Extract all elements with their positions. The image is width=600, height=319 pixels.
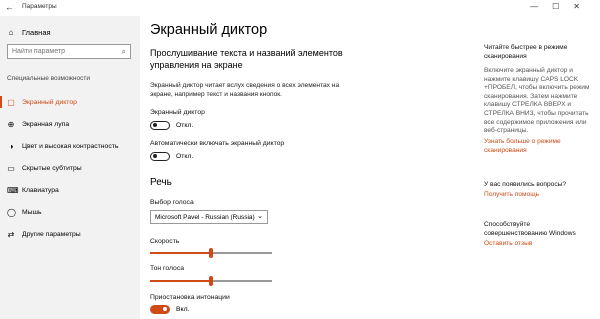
- contrast-icon: ◑: [8, 141, 14, 151]
- back-arrow-icon[interactable]: ←: [5, 2, 14, 12]
- question-heading: У вас появились вопросы?: [484, 181, 567, 188]
- tip-text: Включите экранный диктор и нажмите клави…: [484, 67, 590, 135]
- description: Экранный диктор читает вслух сведения о …: [150, 82, 340, 98]
- autostart-toggle-state: Откл.: [176, 153, 194, 160]
- pitch-slider[interactable]: [150, 276, 272, 286]
- sidebar-item-label: Другие параметры: [22, 230, 81, 238]
- sidebar-item-label: Экранная лупа: [22, 120, 70, 128]
- sidebar-item-label: Клавиатура: [22, 186, 59, 194]
- sidebar-item-label: Скрытые субтитры: [22, 164, 82, 172]
- page-title: Экранный диктор: [150, 22, 268, 38]
- sidebar-item-narrator[interactable]: ▢ Экранный диктор: [0, 91, 140, 113]
- window-controls: —☐✕: [530, 2, 594, 11]
- voice-select-value: Microsoft Pavel - Russian (Russia): [155, 214, 255, 221]
- sidebar-nav: ▢ Экранный диктор ⊕ Экранная лупа ◑ Цвет…: [0, 91, 140, 245]
- section-subheading: Прослушивание текста и названий элементо…: [150, 48, 343, 70]
- sidebar-item-magnifier[interactable]: ⊕ Экранная лупа: [0, 113, 140, 135]
- sidebar-item-other[interactable]: ⇄ Другие параметры: [0, 223, 140, 245]
- minimize-button[interactable]: —: [530, 2, 552, 11]
- slider-fill: [150, 252, 211, 254]
- intonation-toggle[interactable]: [150, 305, 170, 314]
- slider-thumb[interactable]: [209, 276, 213, 286]
- sidebar: ⌂ Главная ⌕ Специальные возможности ▢ Эк…: [0, 16, 140, 319]
- sidebar-item-keyboard[interactable]: ⌨ Клавиатура: [0, 179, 140, 201]
- home-label: Главная: [22, 28, 51, 37]
- sidebar-item-label: Мышь: [22, 208, 42, 216]
- mouse-icon: ◯: [7, 207, 16, 217]
- keyboard-icon: ⌨: [7, 185, 19, 195]
- narrator-toggle[interactable]: [150, 121, 170, 130]
- sidebar-item-label: Цвет и высокая контрастность: [22, 142, 119, 150]
- home-icon: ⌂: [8, 28, 14, 37]
- slider-track: [211, 252, 272, 254]
- toggle-knob: [163, 307, 167, 312]
- window-title: Параметры: [22, 3, 57, 10]
- scan-mode-link[interactable]: Узнать больше о режиме сканирования: [484, 138, 584, 155]
- chevron-down-icon: ⌄: [257, 213, 263, 220]
- sidebar-item-captions[interactable]: ▭ Скрытые субтитры: [0, 157, 140, 179]
- speed-slider[interactable]: [150, 248, 272, 258]
- narrator-icon: ▢: [7, 97, 15, 107]
- narrator-toggle-state: Откл.: [176, 122, 194, 129]
- feedback-link[interactable]: Оставить отзыв: [484, 240, 532, 249]
- improve-windows-text: Способствуйте совершенствованию Windows: [484, 221, 576, 237]
- pitch-label: Тон голоса: [150, 265, 185, 272]
- autostart-toggle[interactable]: [150, 152, 170, 161]
- close-button[interactable]: ✕: [573, 2, 594, 11]
- toggle-knob: [153, 123, 157, 128]
- slider-thumb[interactable]: [209, 248, 213, 258]
- autostart-toggle-label: Автоматически включать экранный диктор: [150, 140, 285, 147]
- narrator-toggle-label: Экранный диктор: [150, 109, 205, 116]
- search-input[interactable]: [12, 48, 117, 55]
- sidebar-item-mouse[interactable]: ◯ Мышь: [0, 201, 140, 223]
- section-label: Специальные возможности: [7, 75, 90, 82]
- home-link[interactable]: ⌂ Главная: [7, 28, 51, 37]
- captions-icon: ▭: [7, 163, 15, 173]
- help-link[interactable]: Получить помощь: [484, 191, 539, 200]
- other-settings-icon: ⇄: [7, 229, 15, 239]
- slider-fill: [150, 280, 211, 282]
- voice-label: Выбор голоса: [150, 199, 194, 206]
- magnifier-icon: ⊕: [7, 119, 15, 129]
- search-box[interactable]: ⌕: [7, 44, 131, 59]
- sidebar-item-label: Экранный диктор: [22, 98, 77, 106]
- speech-heading: Речь: [150, 177, 172, 188]
- intonation-label: Приостановка интонации: [150, 294, 230, 301]
- intonation-toggle-state: Вкл.: [176, 306, 190, 313]
- sidebar-item-contrast[interactable]: ◑ Цвет и высокая контрастность: [0, 135, 140, 157]
- search-icon[interactable]: ⌕: [122, 47, 126, 57]
- title-bar: ← Параметры —☐✕: [0, 0, 600, 16]
- voice-select[interactable]: Microsoft Pavel - Russian (Russia) ⌄: [150, 210, 268, 224]
- toggle-knob: [153, 154, 157, 159]
- maximize-button[interactable]: ☐: [552, 2, 573, 11]
- slider-track: [211, 280, 272, 282]
- speed-label: Скорость: [150, 238, 180, 245]
- tip-title: Читайте быстрее в режиме сканирования: [484, 44, 568, 60]
